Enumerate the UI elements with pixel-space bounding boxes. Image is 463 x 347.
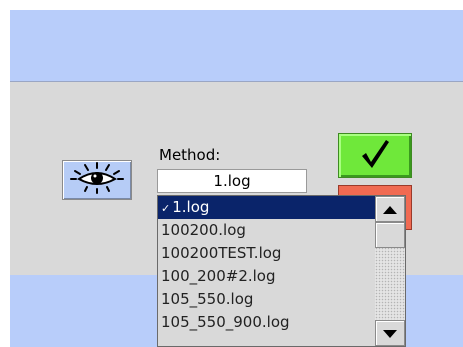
option-label: 100200.log bbox=[161, 221, 246, 239]
list-item-selected[interactable]: ✓ 1.log bbox=[158, 196, 375, 219]
method-dropdown-list[interactable]: ✓ 1.log 100200.log 100200TEST.log 100_200… bbox=[157, 195, 406, 347]
eye-icon bbox=[67, 161, 127, 199]
list-item[interactable]: 100200TEST.log bbox=[158, 242, 375, 265]
option-label: 1.log bbox=[172, 198, 210, 216]
option-label: 100200TEST.log bbox=[161, 244, 282, 262]
down-arrow-icon bbox=[382, 324, 398, 343]
list-item[interactable]: 100_200#2.log bbox=[158, 265, 375, 288]
check-mark-icon: ✓ bbox=[161, 202, 171, 215]
option-label: 105_550_900.log bbox=[161, 313, 290, 331]
scroll-up-button[interactable] bbox=[375, 196, 405, 222]
option-label: 105_550.log bbox=[161, 290, 254, 308]
list-item[interactable]: 105_550.log bbox=[158, 288, 375, 311]
scrollbar[interactable] bbox=[375, 196, 405, 346]
view-button[interactable] bbox=[62, 160, 132, 200]
up-arrow-icon bbox=[382, 200, 398, 219]
confirm-button[interactable] bbox=[338, 133, 412, 178]
list-item[interactable]: 105_550_900.log bbox=[158, 311, 375, 334]
method-label: Method: bbox=[159, 146, 221, 164]
list-item[interactable]: 100200.log bbox=[158, 219, 375, 242]
checkmark-icon bbox=[360, 138, 390, 174]
method-select[interactable]: 1.log bbox=[157, 169, 307, 193]
option-list: ✓ 1.log 100200.log 100200TEST.log 100_200… bbox=[158, 196, 375, 334]
scroll-thumb[interactable] bbox=[375, 222, 405, 248]
scroll-down-button[interactable] bbox=[375, 320, 405, 346]
top-band bbox=[10, 10, 463, 82]
option-label: 100_200#2.log bbox=[161, 267, 276, 285]
